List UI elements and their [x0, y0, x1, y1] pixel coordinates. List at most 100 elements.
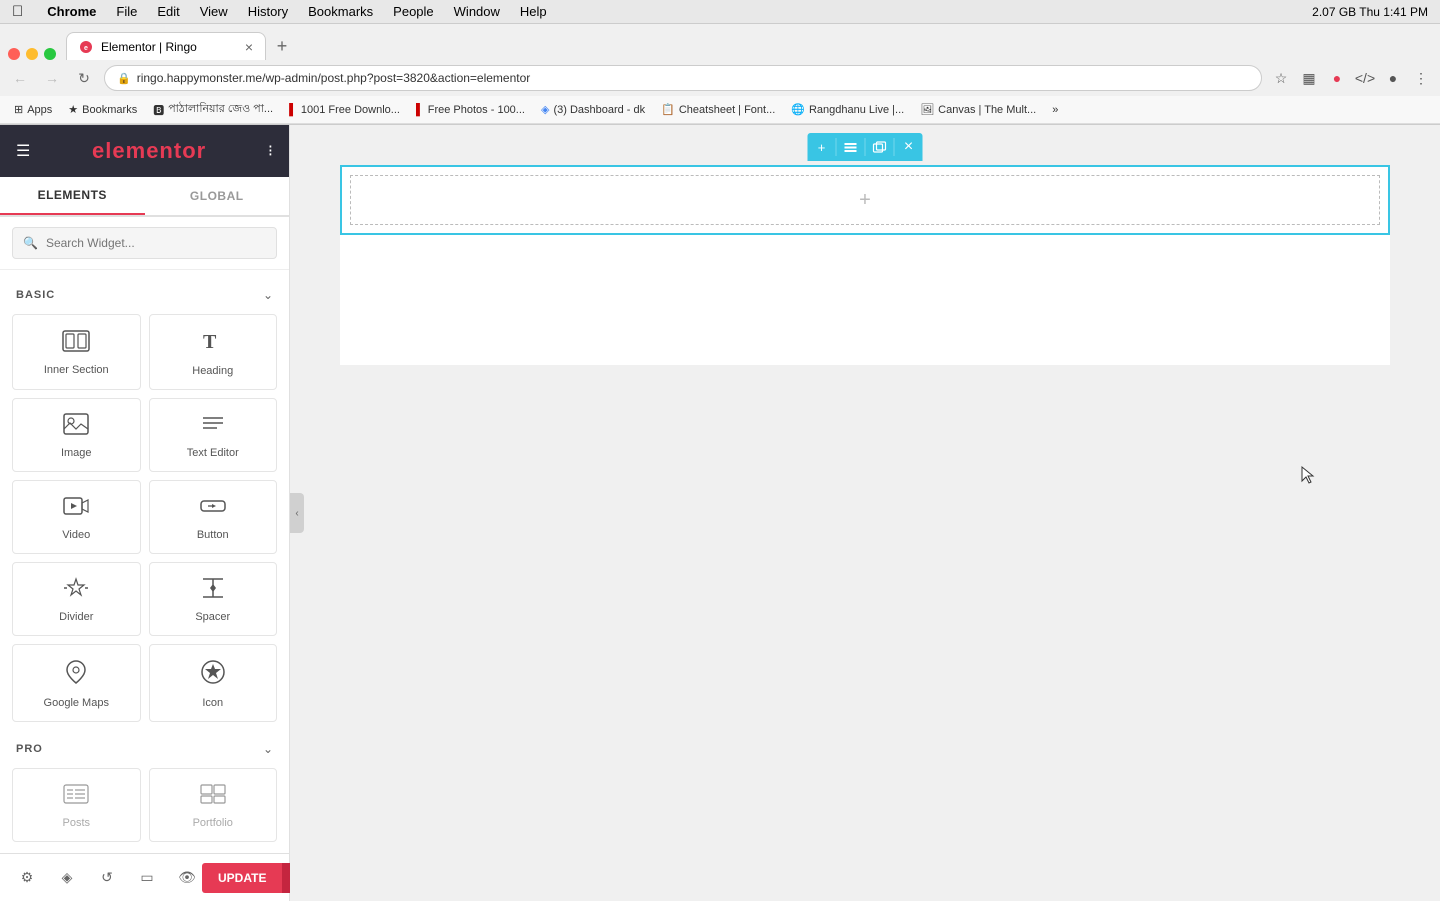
tab-global[interactable]: GLOBAL	[145, 177, 290, 215]
theme-icon[interactable]: ◈	[52, 863, 82, 893]
more-icon[interactable]: ⋮	[1410, 67, 1432, 89]
bookmark-star-icon[interactable]: ☆	[1270, 67, 1292, 89]
apple-icon: 	[12, 3, 23, 20]
bookmark-6[interactable]: ◈ (3) Dashboard - dk	[535, 101, 651, 118]
app-layout: ☰ elementor ⁝ ELEMENTS GLOBAL 🔍 BASIC ⌄	[0, 125, 1440, 901]
bottom-icons: ⚙ ◈ ↺ ▭ 👁	[12, 863, 202, 893]
bookmark-8[interactable]: 🌐 Rangdhanu Live |...	[785, 101, 910, 118]
new-tab-btn[interactable]: +	[268, 32, 296, 60]
menu-people[interactable]: People	[393, 4, 433, 19]
sidebar-collapse-btn[interactable]: ‹	[290, 493, 304, 533]
bookmark-apps[interactable]: ⊞ Apps	[8, 101, 58, 118]
traffic-maximize[interactable]	[44, 48, 56, 60]
bookmark-more[interactable]: »	[1046, 102, 1064, 118]
sidebar-header: ☰ elementor ⁝	[0, 125, 289, 177]
widget-icon-label: Icon	[202, 697, 223, 709]
menu-window[interactable]: Window	[454, 4, 500, 19]
add-element-btn[interactable]: +	[859, 189, 871, 212]
widget-text-editor[interactable]: Text Editor	[149, 398, 278, 472]
section-add-btn[interactable]: +	[808, 133, 836, 161]
url-text: ringo.happymonster.me/wp-admin/post.php?…	[137, 71, 1249, 85]
account-icon[interactable]: ●	[1382, 67, 1404, 89]
pro-widgets-grid: Posts Portfolio	[0, 764, 289, 853]
basic-section-header[interactable]: BASIC ⌄	[0, 280, 289, 310]
widget-google-maps[interactable]: Google Maps	[12, 644, 141, 722]
widget-image[interactable]: Image	[12, 398, 141, 472]
bookmark-7[interactable]: 📋 Cheatsheet | Font...	[655, 101, 781, 118]
preview-icon[interactable]: 👁	[172, 863, 202, 893]
url-bar[interactable]: 🔒 ringo.happymonster.me/wp-admin/post.ph…	[104, 65, 1262, 91]
pro-widget-2-label: Portfolio	[193, 817, 233, 829]
nav-refresh-btn[interactable]: ↻	[72, 66, 96, 90]
history-icon[interactable]: ↺	[92, 863, 122, 893]
divider-icon	[63, 577, 89, 603]
basic-section-chevron: ⌄	[263, 288, 273, 302]
menu-bookmarks[interactable]: Bookmarks	[308, 4, 373, 19]
image-icon	[63, 413, 89, 439]
devtools-icon[interactable]: </>	[1354, 67, 1376, 89]
section-delete-btn[interactable]: ×	[895, 133, 923, 161]
icon-icon	[200, 659, 226, 689]
widget-heading-label: Heading	[192, 365, 233, 377]
widget-divider[interactable]: Divider	[12, 562, 141, 636]
menu-edit[interactable]: Edit	[157, 4, 179, 19]
elementor-logo: elementor	[92, 138, 206, 164]
section-move-btn[interactable]	[837, 133, 865, 161]
widget-inner-section[interactable]: Inner Section	[12, 314, 141, 390]
sidebar-bottom: ⚙ ◈ ↺ ▭ 👁 UPDATE ▴	[0, 853, 289, 901]
pro-widget-2[interactable]: Portfolio	[149, 768, 278, 842]
traffic-close[interactable]	[8, 48, 20, 60]
bookmark-9[interactable]: 🖼 Canvas | The Mult...	[914, 101, 1042, 118]
widget-spacer[interactable]: Spacer	[149, 562, 278, 636]
section-duplicate-btn[interactable]	[866, 133, 894, 161]
canvas-section[interactable]: +	[340, 165, 1390, 235]
video-icon	[63, 495, 89, 521]
tab-title: Elementor | Ringo	[101, 40, 237, 54]
canvas-content: +	[340, 165, 1390, 365]
browser-tab-elementor[interactable]: e Elementor | Ringo ×	[66, 32, 266, 60]
settings-icon[interactable]: ⚙	[12, 863, 42, 893]
responsive-icon[interactable]: ▭	[132, 863, 162, 893]
widget-icon[interactable]: Icon	[149, 644, 278, 722]
pro-section-header[interactable]: PRO ⌄	[0, 734, 289, 764]
widget-heading[interactable]: T Heading	[149, 314, 278, 390]
widget-button-label: Button	[197, 529, 229, 541]
update-btn[interactable]: UPDATE	[202, 863, 282, 893]
screenshot-icon[interactable]: ▦	[1298, 67, 1320, 89]
widget-text-editor-label: Text Editor	[187, 447, 239, 459]
menu-chrome[interactable]: Chrome	[47, 4, 96, 19]
bookmark-4[interactable]: ▌ 1001 Free Downlo...	[283, 102, 406, 118]
hamburger-icon[interactable]: ☰	[16, 141, 30, 161]
menu-history[interactable]: History	[248, 4, 288, 19]
pro-widget-1[interactable]: Posts	[12, 768, 141, 842]
menu-file[interactable]: File	[116, 4, 137, 19]
tab-close-btn[interactable]: ×	[245, 39, 253, 55]
bookmark-3[interactable]: 🅱 পাঠালানিয়ার জেও পা...	[147, 98, 279, 121]
traffic-minimize[interactable]	[26, 48, 38, 60]
menu-help[interactable]: Help	[520, 4, 547, 19]
bookmark-5[interactable]: ▌ Free Photos - 100...	[410, 102, 531, 118]
menu-view[interactable]: View	[200, 4, 228, 19]
section-toolbar: +	[808, 133, 923, 161]
inner-section-icon	[62, 330, 90, 356]
svg-text:T: T	[203, 331, 217, 353]
lock-icon: 🔒	[117, 72, 131, 85]
pro-list-icon	[63, 783, 89, 809]
nav-forward-btn[interactable]: →	[40, 66, 64, 90]
pro-section-chevron: ⌄	[263, 742, 273, 756]
widget-image-label: Image	[61, 447, 92, 459]
grid-icon[interactable]: ⁝	[268, 141, 273, 161]
widget-button[interactable]: Button	[149, 480, 278, 554]
button-icon	[200, 495, 226, 521]
inner-section-canvas[interactable]: +	[350, 175, 1380, 225]
nav-back-btn[interactable]: ←	[8, 66, 32, 90]
widget-video[interactable]: Video	[12, 480, 141, 554]
tab-elements[interactable]: ELEMENTS	[0, 177, 145, 215]
tab-favicon: e	[79, 40, 93, 54]
search-input[interactable]	[46, 236, 266, 250]
extension-icon[interactable]: ●	[1326, 67, 1348, 89]
bookmark-bookmarks[interactable]: ★ Bookmarks	[62, 101, 143, 118]
search-box: 🔍	[0, 217, 289, 270]
widget-divider-label: Divider	[59, 611, 93, 623]
canvas-area[interactable]: +	[290, 125, 1440, 901]
